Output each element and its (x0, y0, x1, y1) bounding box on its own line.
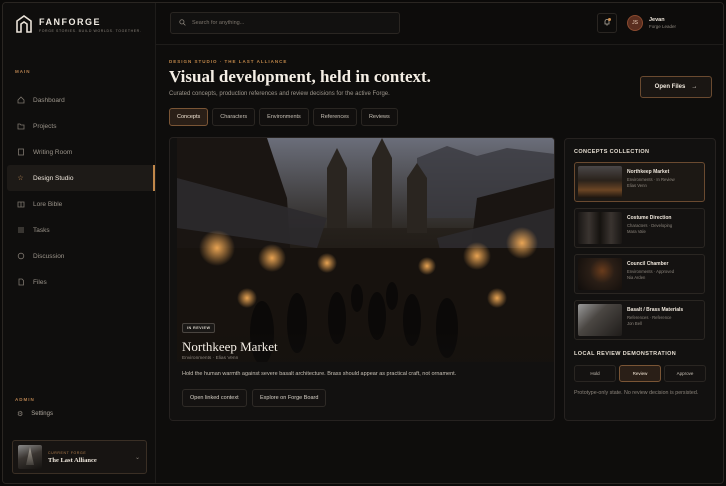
chevron-down-icon: ⌄ (134, 455, 140, 461)
concept-author: Nia Arden (627, 275, 646, 280)
page-eyebrow: DESIGN STUDIO · THE LAST ALLIANCE (169, 59, 288, 64)
concept-thumbnail (578, 212, 622, 244)
explore-forge-board-button[interactable]: Explore on Forge Board (252, 389, 327, 407)
review-title: LOCAL REVIEW DEMONSTRATION (574, 351, 677, 357)
brand-tagline: FORGE STORIES. BUILD WORLDS. TOGETHER. (39, 29, 142, 33)
open-files-label: Open Files (654, 84, 686, 90)
sidebar-item-projects[interactable]: Projects (7, 113, 155, 139)
app-window: FANFORGE FORGE STORIES. BUILD WORLDS. TO… (2, 2, 724, 484)
hold-button[interactable]: Hold (574, 365, 616, 382)
sidebar-item-label: Writing Room (33, 148, 73, 156)
tab-characters[interactable]: Characters (212, 108, 256, 126)
brand-name: FANFORGE (39, 17, 102, 27)
concept-author: Mara Vale (627, 229, 646, 234)
sidebar-item-dashboard[interactable]: Dashboard (7, 87, 155, 113)
home-icon (16, 96, 25, 105)
current-forge-name: The Last Alliance (48, 456, 97, 464)
sidebar-item-label: Dashboard (33, 96, 65, 104)
notifications-button[interactable] (597, 13, 617, 33)
open-files-button[interactable]: Open Files → (640, 76, 712, 98)
book-icon (16, 200, 25, 209)
open-linked-context-button[interactable]: Open linked context (182, 389, 247, 407)
status-badge: IN REVIEW (182, 323, 216, 333)
concept-thumbnail (578, 258, 622, 290)
featured-concept-title: Northkeep Market (182, 339, 278, 354)
sidebar-item-design-studio[interactable]: ☆ Design Studio (7, 165, 155, 191)
notification-dot (608, 18, 611, 21)
review-button-group: Hold Review Approve (574, 365, 706, 382)
featured-concept-description: Hold the human warmth against severe bas… (182, 371, 457, 377)
checklist-icon (16, 226, 25, 235)
concept-thumbnail (578, 166, 622, 198)
sidebar-item-label: Design Studio (33, 174, 74, 182)
featured-concept-meta: Environments · Elias Venn (182, 356, 239, 361)
settings-label: Settings (31, 411, 53, 417)
fanforge-logo-icon (15, 15, 33, 33)
tab-concepts[interactable]: Concepts (169, 108, 209, 126)
sidebar-item-discussion[interactable]: Discussion (7, 243, 155, 269)
star-icon: ☆ (17, 175, 24, 182)
admin-section-label: ADMIN (15, 397, 35, 402)
review-button[interactable]: Review (619, 365, 661, 382)
folder-icon (16, 122, 25, 131)
sidebar-item-label: Lore Bible (33, 200, 63, 208)
avatar: JS (627, 15, 643, 31)
sidebar: FANFORGE FORGE STORIES. BUILD WORLDS. TO… (3, 3, 156, 483)
sidebar-item-label: Projects (33, 122, 57, 130)
chat-icon (16, 252, 25, 261)
tab-references[interactable]: References (312, 108, 357, 126)
sidebar-item-settings[interactable]: ⚙ Settings (17, 410, 53, 418)
concept-thumbnail (578, 304, 622, 336)
document-icon (16, 148, 25, 157)
topbar: Search for anything... JS Jevan Forge Le… (156, 3, 723, 45)
concept-name: Costume Direction (627, 215, 672, 221)
featured-concept-card[interactable] (169, 137, 555, 421)
current-forge-label: CURRENT FORGE (48, 450, 87, 455)
sidebar-item-label: Files (33, 278, 47, 286)
concept-name: Council Chamber (627, 261, 669, 267)
sidebar-item-lore-bible[interactable]: Lore Bible (7, 191, 155, 217)
arrow-right-icon: → (691, 84, 698, 90)
search-input[interactable]: Search for anything... (170, 12, 400, 34)
gear-icon: ⚙ (17, 411, 24, 418)
concept-name: Basalt / Brass Materials (627, 307, 684, 313)
search-icon (179, 18, 186, 28)
tab-reviews[interactable]: Reviews (360, 108, 398, 126)
file-icon (16, 278, 25, 287)
concepts-collection-panel: CONCEPTS COLLECTION Northkeep Market Env… (564, 138, 716, 421)
approve-button[interactable]: Approve (664, 365, 706, 382)
tab-environments[interactable]: Environments (259, 108, 309, 126)
market-concept-image (177, 138, 554, 362)
forge-thumbnail (18, 445, 42, 469)
user-menu[interactable]: JS Jevan Forge Leader (627, 15, 676, 31)
sidebar-nav: Dashboard Projects Writing Room ☆ Design… (7, 87, 155, 295)
sidebar-item-label: Discussion (33, 252, 65, 260)
concept-author: Elias Venn (627, 183, 647, 188)
page-title: Visual development, held in context. (169, 67, 431, 86)
sidebar-item-tasks[interactable]: Tasks (7, 217, 155, 243)
main-section-label: MAIN (15, 69, 31, 74)
concept-item-northkeep-market[interactable]: Northkeep Market Environments · In Revie… (574, 162, 705, 202)
collection-title: CONCEPTS COLLECTION (574, 149, 650, 155)
current-forge-switcher[interactable]: CURRENT FORGE The Last Alliance ⌄ (12, 440, 147, 474)
concept-author: Jon Bell (627, 321, 642, 326)
tab-bar: Concepts Characters Environments Referen… (169, 108, 398, 126)
brand[interactable]: FANFORGE FORGE STORIES. BUILD WORLDS. TO… (15, 15, 141, 33)
user-name: Jevan (649, 17, 665, 23)
user-role: Forge Leader (649, 24, 677, 29)
search-placeholder: Search for anything... (192, 20, 245, 26)
sidebar-item-files[interactable]: Files (7, 269, 155, 295)
concept-name: Northkeep Market (627, 169, 670, 175)
concept-item-council-chamber[interactable]: Council Chamber Environments · Approved … (574, 254, 705, 294)
page-subtitle: Curated concepts, production references … (169, 91, 390, 97)
concept-item-costume-direction[interactable]: Costume Direction Characters · Developin… (574, 208, 705, 248)
review-note: Prototype-only state. No review decision… (574, 390, 699, 396)
concept-item-basalt-brass-materials[interactable]: Basalt / Brass Materials References · Re… (574, 300, 705, 340)
sidebar-item-label: Tasks (33, 226, 50, 234)
sidebar-item-writing-room[interactable]: Writing Room (7, 139, 155, 165)
